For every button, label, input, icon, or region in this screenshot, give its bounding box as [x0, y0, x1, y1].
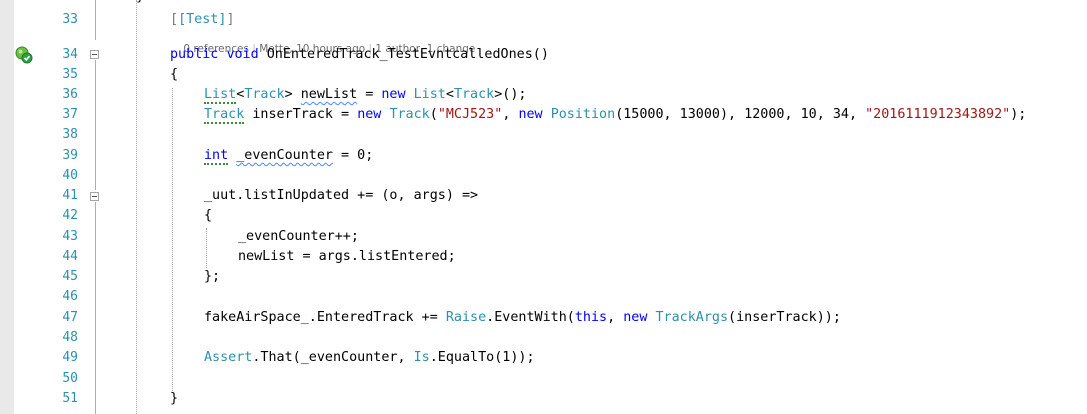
- code-text: [[Test]]: [170, 12, 235, 27]
- code-line-45[interactable]: 45 };: [0, 267, 1087, 287]
- line-number: 41: [62, 188, 78, 203]
- code-line-46[interactable]: 46: [0, 287, 1087, 307]
- code-line-35[interactable]: 35 {: [0, 65, 1087, 85]
- code-text: _evenCounter++;: [238, 229, 359, 244]
- code-line-47[interactable]: 47 fakeAirSpace_.EnteredTrack += Raise.E…: [0, 308, 1087, 328]
- line-number: 49: [62, 350, 78, 365]
- line-number: 42: [62, 208, 78, 223]
- line-number: 44: [62, 249, 78, 264]
- line-number: 39: [62, 148, 78, 163]
- code-line-38[interactable]: 38: [0, 125, 1087, 145]
- line-number: 47: [62, 310, 78, 325]
- code-text: {: [170, 67, 179, 82]
- code-line-42[interactable]: 42 {: [0, 206, 1087, 226]
- code-text: fakeAirSpace_.EnteredTrack += Raise.Even…: [204, 310, 841, 325]
- code-text: _uut.listInUpdated += (o, args) =>: [204, 188, 479, 203]
- line-number: 40: [62, 168, 78, 183]
- code-line-36[interactable]: 36 List<Track> newList = new List<Track>…: [0, 85, 1087, 105]
- code-line-37[interactable]: 37 Track inserTrack = new Track("MCJ523"…: [0, 105, 1087, 125]
- line-number: 38: [62, 127, 78, 142]
- code-line-43[interactable]: 43 _evenCounter++;: [0, 227, 1087, 247]
- code-line-49[interactable]: 49 Assert.That(_evenCounter, Is.EqualTo(…: [0, 348, 1087, 368]
- line-number: 51: [62, 391, 78, 406]
- code-line-34[interactable]: 34 public void OnEnteredTrack_TestEvntca…: [0, 45, 1087, 65]
- line-number: 50: [62, 371, 78, 386]
- code-line-39[interactable]: 39 int _evenCounter = 0;: [0, 146, 1087, 166]
- code-line-41[interactable]: 41 _uut.listInUpdated += (o, args) =>: [0, 186, 1087, 206]
- line-number: 37: [62, 107, 78, 122]
- line-number: 36: [62, 87, 78, 102]
- line-number: 48: [62, 330, 78, 345]
- code-line-44[interactable]: 44 newList = args.listEntered;: [0, 247, 1087, 267]
- line-number: 35: [62, 67, 78, 82]
- line-number: 45: [62, 269, 78, 284]
- code-text: Track inserTrack = new Track("MCJ523", n…: [204, 107, 1027, 124]
- code-text: int _evenCounter = 0;: [204, 148, 374, 165]
- code-text: }: [136, 0, 144, 6]
- code-text: }: [170, 391, 179, 406]
- line-number: 34: [62, 47, 78, 62]
- code-text: {: [204, 208, 213, 223]
- code-text: List<Track> newList = new List<Track>();: [204, 87, 527, 104]
- code-line-48[interactable]: 48: [0, 328, 1087, 348]
- attribute-test: [Test]: [178, 12, 227, 27]
- code-text: public void OnEnteredTrack_TestEvntcalle…: [170, 47, 549, 62]
- code-text: newList = args.listEntered;: [238, 249, 456, 264]
- code-line-33[interactable]: 33 [[Test]]: [0, 10, 1087, 30]
- line-number: 46: [62, 289, 78, 304]
- code-line-50[interactable]: 50: [0, 369, 1087, 389]
- line-number: 43: [62, 229, 78, 244]
- code-editor[interactable]: } 33 [[Test]] 0 references | Mette, 10 h…: [0, 0, 1087, 414]
- code-line-51[interactable]: 51 }: [0, 389, 1087, 409]
- code-text: Assert.That(_evenCounter, Is.EqualTo(1))…: [204, 350, 535, 365]
- line-number: 33: [62, 12, 78, 27]
- code-text: };: [204, 269, 221, 284]
- code-line-40[interactable]: 40: [0, 166, 1087, 186]
